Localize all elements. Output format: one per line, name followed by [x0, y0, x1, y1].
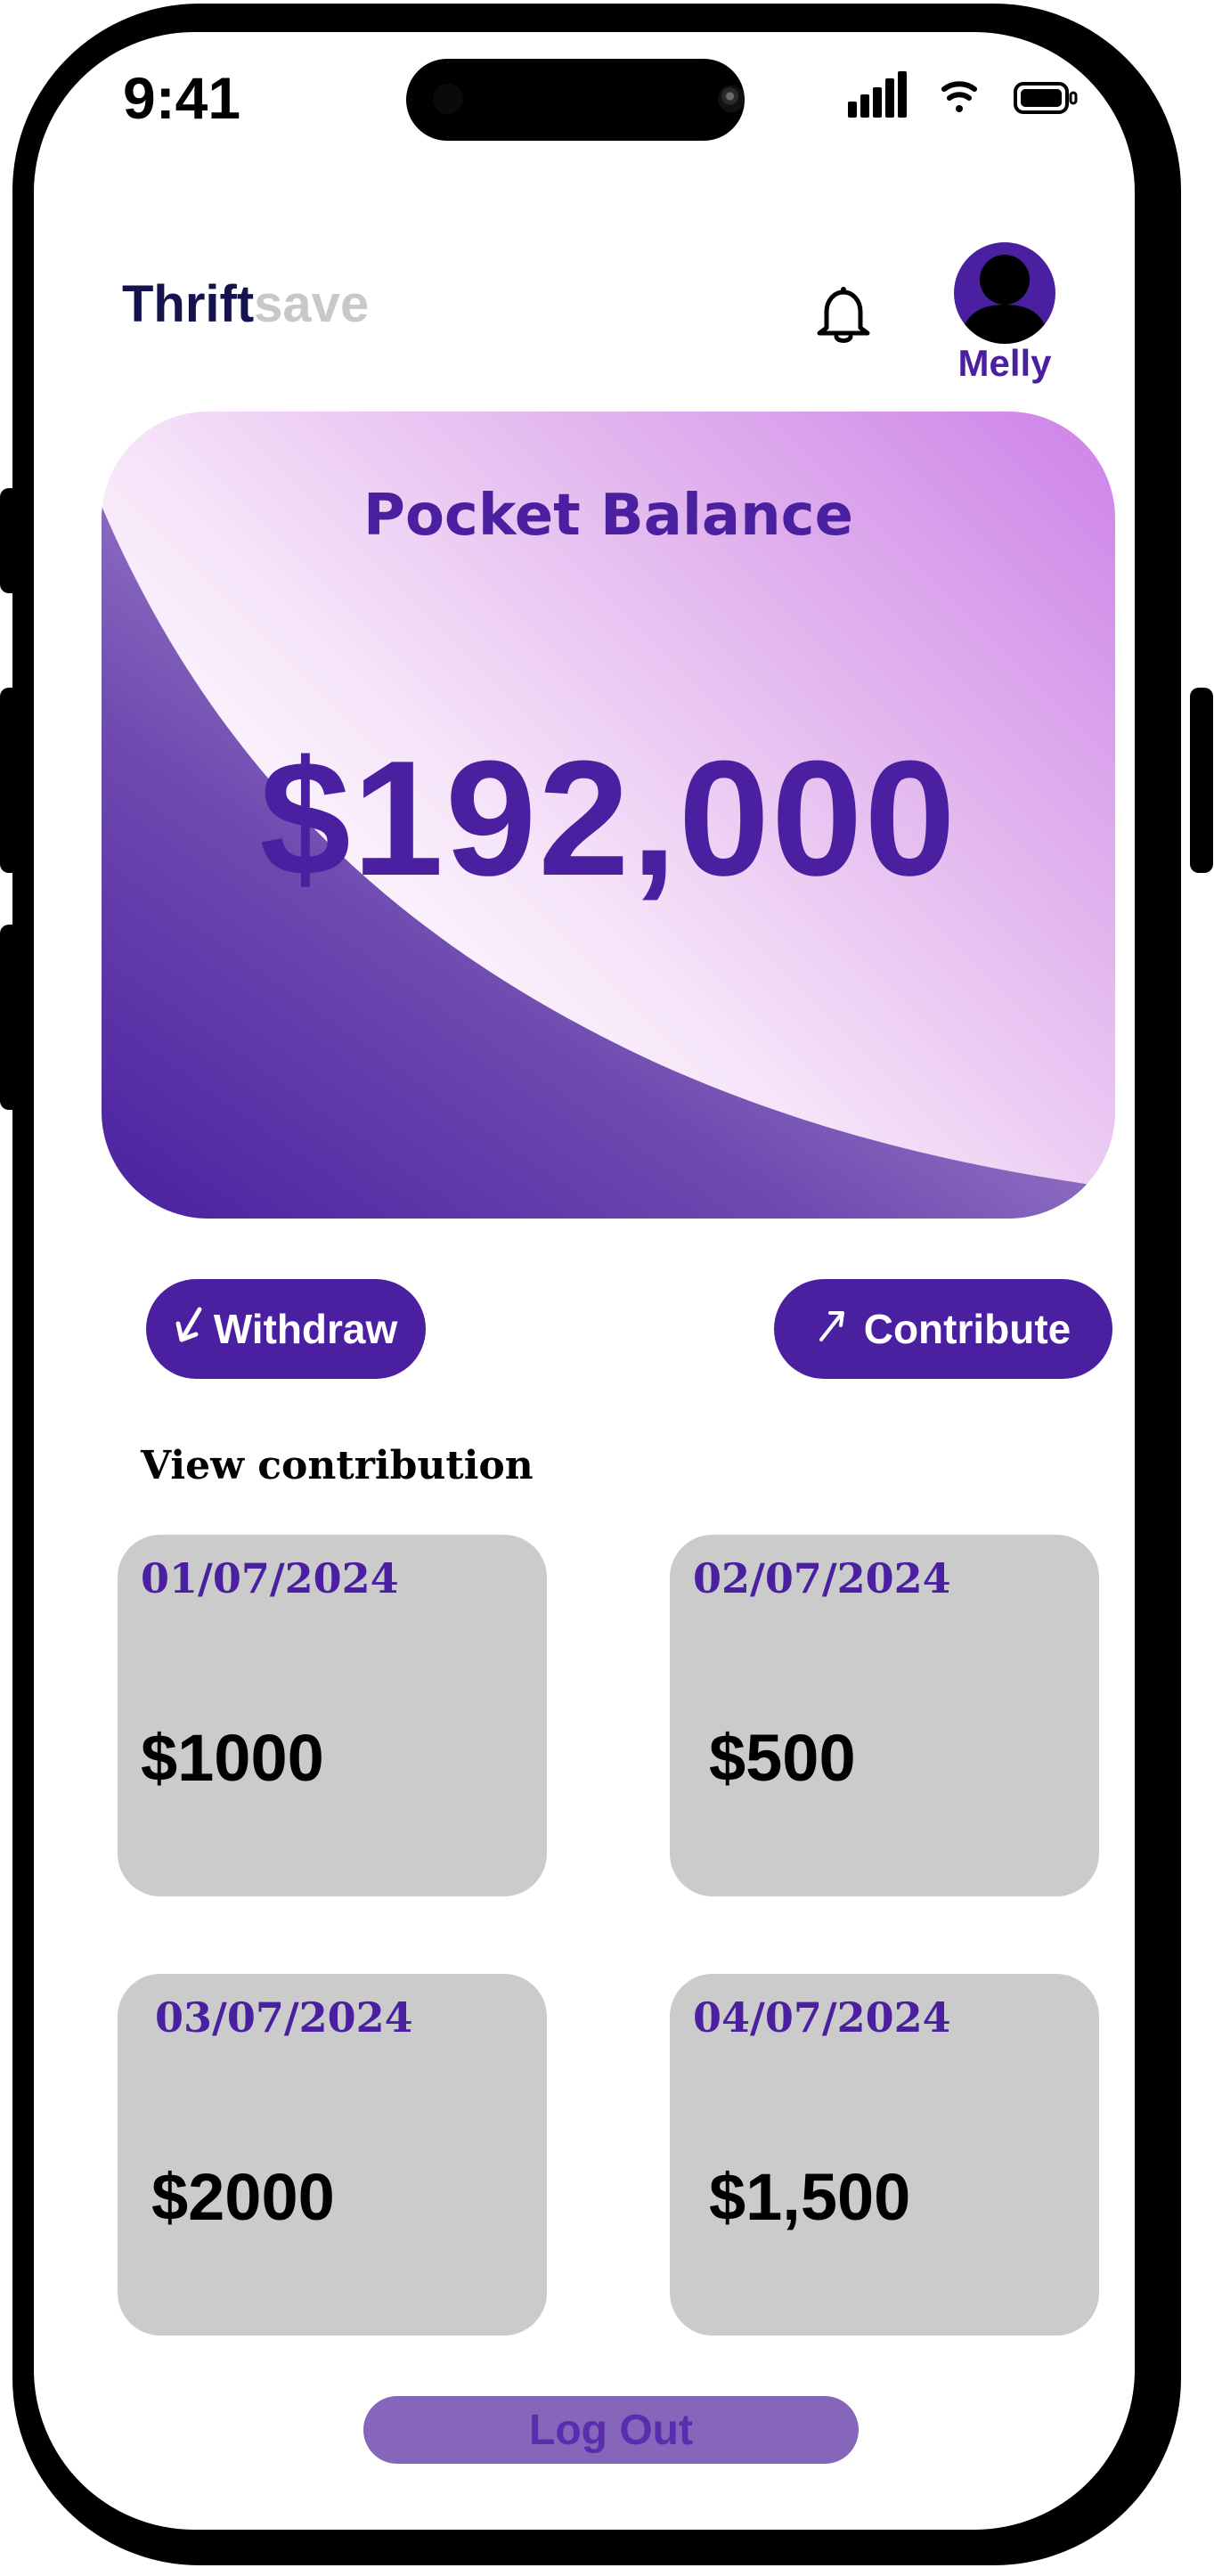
arrow-down-left-icon — [175, 1304, 205, 1355]
contribution-card[interactable]: 04/07/2024 $1,500 — [670, 1974, 1099, 2336]
user-icon — [959, 255, 1050, 344]
logout-button[interactable]: Log Out — [363, 2396, 859, 2464]
logo-text-secondary: save — [254, 275, 370, 333]
sensor-icon — [433, 84, 463, 114]
card-title: Pocket Balance — [363, 483, 853, 549]
action-button — [0, 488, 23, 593]
status-icons — [809, 69, 1103, 123]
contribution-date: 04/07/2024 — [693, 1993, 951, 2042]
status-time: 9:41 — [123, 65, 241, 131]
camera-icon — [718, 86, 745, 112]
balance-amount: $192,000 — [259, 726, 957, 909]
status-icons-svg — [848, 71, 1078, 118]
contribution-amount: $2000 — [151, 2160, 335, 2234]
signal-icon — [848, 71, 907, 118]
contribution-amount: $1,500 — [709, 2160, 911, 2234]
bell-icon[interactable] — [811, 281, 876, 347]
wifi-icon — [941, 81, 977, 112]
contribution-card[interactable]: 01/07/2024 $1000 — [118, 1535, 547, 1896]
logo-text-primary: Thrift — [122, 275, 255, 333]
app-logo: Thriftsave — [122, 274, 369, 334]
contribution-date: 03/07/2024 — [155, 1993, 413, 2042]
user-name: Melly — [957, 342, 1052, 384]
contribution-card[interactable]: 03/07/2024 $2000 — [118, 1974, 547, 2336]
arrow-up-right-icon — [816, 1305, 846, 1353]
withdraw-label: Withdraw — [213, 1306, 398, 1352]
contribution-date: 02/07/2024 — [693, 1554, 951, 1602]
contributions-title: View contribution — [141, 1443, 534, 1488]
battery-icon — [1014, 82, 1078, 114]
bell-icon-svg — [817, 287, 870, 343]
volume-up-button — [0, 688, 23, 873]
avatar[interactable] — [954, 242, 1055, 344]
contribution-amount: $1000 — [141, 1721, 324, 1795]
contribution-amount: $500 — [709, 1721, 856, 1795]
contribute-button[interactable]: Contribute — [774, 1279, 1112, 1379]
contribution-date: 01/07/2024 — [141, 1554, 399, 1602]
contribute-label: Contribute — [863, 1306, 1071, 1352]
balance-card: Pocket Balance $192,000 — [102, 412, 1115, 1219]
volume-down-button — [0, 925, 23, 1110]
power-button — [1190, 688, 1213, 873]
contribution-card[interactable]: 02/07/2024 $500 — [670, 1535, 1099, 1896]
withdraw-button[interactable]: Withdraw — [146, 1279, 426, 1379]
